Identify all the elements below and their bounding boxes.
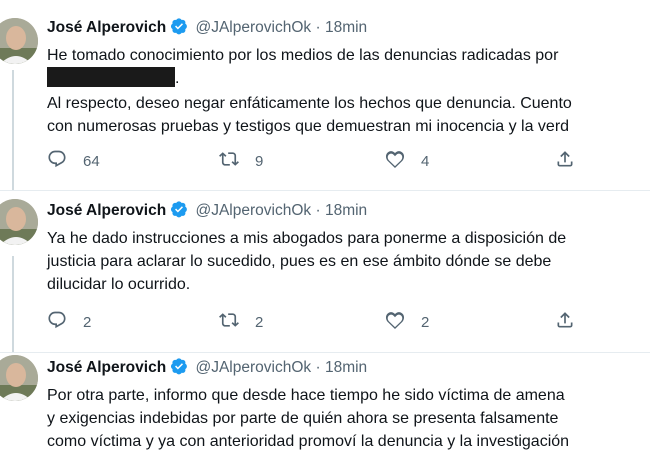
- tweet[interactable]: José Alperovich @JAlperovichOk · 18min H…: [0, 0, 650, 190]
- tweet[interactable]: José Alperovich @JAlperovichOk · 18min Y…: [0, 191, 650, 351]
- tweet-text: Ya he dado instrucciones a mis abogados …: [47, 227, 650, 296]
- tweet-timestamp[interactable]: 18min: [325, 202, 367, 219]
- meta-separator: ·: [315, 359, 321, 376]
- tweet-text-line: dilucidar lo ocurrido.: [47, 276, 191, 293]
- like-button[interactable]: 4: [385, 149, 429, 173]
- reply-count: 2: [83, 313, 92, 331]
- tweet-text-line: y exigencias indebidas por parte de quié…: [47, 410, 559, 427]
- avatar[interactable]: [0, 199, 38, 245]
- like-count: 2: [421, 313, 430, 331]
- retweet-button[interactable]: 2: [219, 310, 263, 334]
- retweet-button[interactable]: 9: [219, 149, 263, 173]
- share-button[interactable]: [555, 149, 575, 173]
- reply-button[interactable]: 2: [47, 310, 91, 334]
- verified-badge-icon: [170, 200, 188, 218]
- tweet-header: José Alperovich @JAlperovichOk · 18min: [47, 200, 367, 222]
- avatar-photo-icon: [0, 199, 38, 245]
- reply-button[interactable]: 64: [47, 149, 100, 173]
- author-name[interactable]: José Alperovich: [47, 202, 166, 219]
- retweet-icon: [219, 149, 239, 173]
- retweet-icon: [219, 310, 239, 334]
- retweet-count: 9: [255, 152, 264, 170]
- tweet-text-line: He tomado conocimiento por los medios de…: [47, 47, 559, 64]
- meta-separator: ·: [315, 19, 321, 36]
- verified-badge-icon: [170, 17, 188, 35]
- share-icon: [555, 310, 575, 334]
- tweet-actions: 64 9 4: [47, 149, 607, 173]
- avatar-photo-icon: [0, 18, 38, 64]
- avatar[interactable]: [0, 18, 38, 64]
- reply-count: 64: [83, 152, 100, 170]
- reply-icon: [47, 310, 67, 334]
- author-handle[interactable]: @JAlperovichOk: [195, 202, 311, 219]
- author-name[interactable]: José Alperovich: [47, 359, 166, 376]
- share-icon: [555, 149, 575, 173]
- tweet-text-line: Por otra parte, informo que desde hace t…: [47, 387, 565, 404]
- tweet-timestamp[interactable]: 18min: [325, 19, 367, 36]
- meta-separator: ·: [315, 202, 321, 219]
- tweet-text-line: justicia para aclarar lo sucedido, pues …: [47, 253, 552, 270]
- author-name[interactable]: José Alperovich: [47, 19, 166, 36]
- tweet-text-line: con numerosas pruebas y testigos que dem…: [47, 118, 570, 135]
- reply-icon: [47, 149, 67, 173]
- tweet-timestamp[interactable]: 18min: [325, 359, 367, 376]
- avatar-photo-icon: [0, 355, 38, 401]
- tweet-text: Por otra parte, informo que desde hace t…: [47, 384, 650, 453]
- author-handle[interactable]: @JAlperovichOk: [195, 19, 311, 36]
- tweet-text: He tomado conocimiento por los medios de…: [47, 44, 650, 138]
- tweet-header: José Alperovich @JAlperovichOk · 18min: [47, 357, 367, 379]
- like-button[interactable]: 2: [385, 310, 429, 334]
- verified-badge-icon: [170, 357, 188, 375]
- tweet-text-line: Al respecto, deseo negar enfáticamente l…: [47, 95, 572, 112]
- tweet-header: José Alperovich @JAlperovichOk · 18min: [47, 17, 367, 39]
- share-button[interactable]: [555, 310, 575, 334]
- redacted-name-block: [47, 67, 175, 87]
- author-handle[interactable]: @JAlperovichOk: [195, 359, 311, 376]
- heart-icon: [385, 310, 405, 334]
- tweet-actions: 2 2 2: [47, 310, 607, 334]
- tweet-text-line: Ya he dado instrucciones a mis abogados …: [47, 230, 567, 247]
- tweet-text-line-redacted: .: [47, 67, 650, 90]
- tweet[interactable]: José Alperovich @JAlperovichOk · 18min P…: [0, 353, 650, 450]
- like-count: 4: [421, 152, 430, 170]
- heart-icon: [385, 149, 405, 173]
- retweet-count: 2: [255, 313, 264, 331]
- avatar[interactable]: [0, 355, 38, 401]
